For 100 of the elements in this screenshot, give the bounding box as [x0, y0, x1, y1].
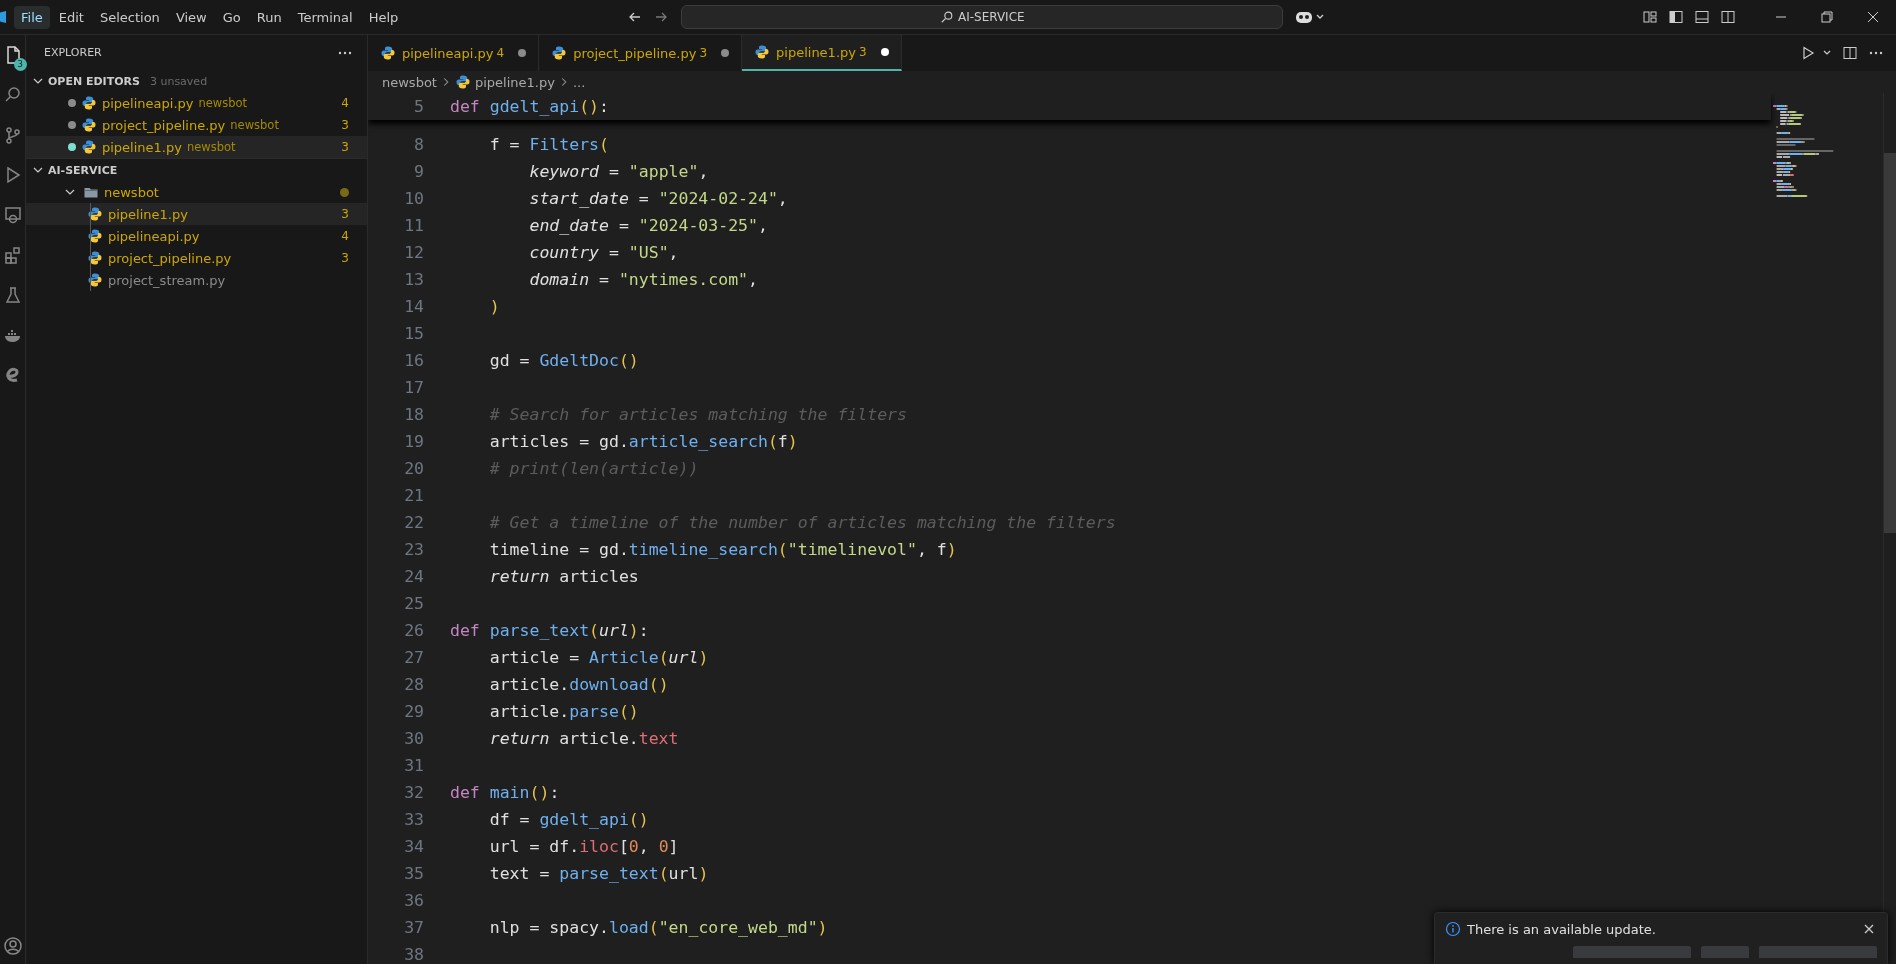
tree-folder-entry[interactable]: newsbot	[26, 181, 367, 203]
line-number: 29	[403, 702, 424, 721]
menu-item[interactable]: Edit	[51, 5, 91, 29]
customize-layout-icon[interactable]	[1642, 9, 1658, 25]
line-number: 37	[403, 918, 424, 937]
code-line: url = df.iloc[0, 0]	[488, 837, 679, 856]
line-number: 8	[413, 135, 424, 154]
breadcrumb-item[interactable]: newsbot	[382, 74, 437, 90]
panel-toggle-icon[interactable]	[1694, 9, 1710, 25]
section-header[interactable]: OPEN EDITORS 3 unsaved	[26, 70, 367, 92]
tree-python-entry[interactable]: project_pipeline.py 3	[26, 247, 367, 269]
code-line: article.parse()	[488, 702, 639, 721]
unsaved-dot	[68, 121, 76, 129]
python-file-icon	[81, 139, 97, 155]
secondary-sidebar-toggle-icon[interactable]	[1720, 9, 1736, 25]
unsaved-dot	[721, 49, 730, 57]
line-number: 35	[403, 864, 424, 883]
open-editor-item[interactable]: pipelineapi.py newsbot 4	[26, 92, 367, 114]
tree-python-entry[interactable]: pipelineapi.py 4	[26, 225, 367, 247]
line-number: 5	[413, 97, 424, 116]
sidebar-toggle-icon[interactable]	[1668, 9, 1684, 25]
python-file-icon	[87, 250, 103, 266]
split-editor-icon[interactable]	[1842, 45, 1858, 61]
python-file-icon	[87, 206, 103, 222]
unsaved-count-label: 3 unsaved	[149, 74, 208, 88]
info-icon	[1445, 921, 1461, 937]
editor-tab[interactable]: pipelineapi.py 4	[368, 35, 540, 71]
open-editor-item[interactable]: pipeline1.py newsbot 3	[26, 136, 367, 158]
menu-item[interactable]: Selection	[92, 5, 167, 29]
code-line: def main():	[450, 783, 560, 802]
breadcrumb-item[interactable]: pipeline1.py	[454, 74, 555, 90]
line-number: 34	[403, 837, 424, 856]
code-line: # Get a timeline of the number of articles matching the filters	[488, 513, 1116, 532]
section-header[interactable]: AI-SERVICE	[26, 158, 367, 181]
code-line: def gdelt_api():	[450, 97, 609, 116]
line-number: 22	[403, 513, 424, 532]
command-center-search[interactable]: AI-SERVICE	[681, 5, 1284, 29]
line-number: 27	[403, 648, 424, 667]
code-line: text = parse_text(url)	[488, 864, 709, 883]
line-number: 13	[403, 270, 424, 289]
python-file-icon	[81, 117, 97, 133]
code-line: def parse_text(url):	[450, 621, 649, 640]
tree-python-entry[interactable]: pipeline1.py 3	[26, 203, 367, 225]
editor-tab[interactable]: pipeline1.py 3	[742, 35, 902, 71]
breadcrumb-item[interactable]: ...	[572, 74, 586, 90]
menu-item[interactable]: Go	[215, 5, 248, 29]
account-icon[interactable]	[2, 936, 23, 956]
line-number: 24	[403, 567, 424, 586]
copilot-icon[interactable]	[1295, 9, 1326, 25]
sidebar-title: EXPLORER	[44, 46, 102, 59]
unsaved-dot	[68, 143, 76, 151]
line-number: 25	[403, 594, 424, 613]
python-file-icon	[380, 45, 396, 61]
code-line: timeline = gd.timeline_search("timelinevol", f)	[488, 540, 957, 559]
python-file-icon	[87, 272, 103, 288]
line-number: 26	[403, 621, 424, 640]
run-icon[interactable]	[1800, 45, 1816, 61]
line-number: 11	[403, 216, 424, 235]
code-line: keyword = "apple",	[528, 162, 709, 181]
code-line: article = Article(url)	[488, 648, 709, 667]
open-editor-item[interactable]: project_pipeline.py newsbot 3	[26, 114, 367, 136]
code-line: country = "US",	[528, 243, 679, 262]
count-badge: 3	[13, 58, 27, 71]
line-number: 9	[413, 162, 424, 181]
code-line: f = Filters(	[488, 135, 609, 154]
code-line: # Search for articles matching the filters	[488, 405, 907, 424]
code-line: nlp = spacy.load("en_core_web_md")	[488, 918, 828, 937]
scrollbar-thumb[interactable]	[1884, 153, 1896, 533]
python-file-icon	[754, 44, 771, 60]
unsaved-dot	[68, 99, 76, 107]
menu-item[interactable]: Help	[361, 5, 406, 29]
line-number: 38	[403, 945, 424, 964]
app-logo-icon	[0, 9, 6, 25]
activity-remote-icon[interactable]	[2, 205, 23, 225]
line-number: 19	[403, 432, 424, 451]
line-number: 28	[403, 675, 424, 694]
line-number: 14	[403, 297, 424, 316]
code-line: return article.text	[488, 729, 679, 748]
tree-python-entry[interactable]: project_stream.py	[26, 269, 367, 291]
line-number: 30	[403, 729, 424, 748]
line-number: 31	[403, 756, 424, 775]
line-number: 17	[403, 378, 424, 397]
line-number: 36	[403, 891, 424, 910]
search-icon	[939, 10, 954, 24]
line-number: 32	[403, 783, 424, 802]
menu-item[interactable]: View	[168, 5, 214, 29]
code-line: # print(len(article))	[488, 459, 699, 478]
line-number: 15	[403, 324, 424, 343]
activity-extensions-icon[interactable]	[2, 245, 23, 265]
line-number: 21	[403, 486, 424, 505]
code-line: end_date = "2024-03-25",	[528, 216, 768, 235]
line-number: 18	[403, 405, 424, 424]
line-number: 12	[403, 243, 424, 262]
menu-item[interactable]: Terminal	[290, 5, 360, 29]
python-file-icon	[87, 228, 103, 244]
code-line: gd = GdeltDoc()	[488, 351, 639, 370]
menu-item[interactable]: Run	[249, 5, 289, 29]
python-file-icon	[81, 95, 97, 111]
menu-item[interactable]: File	[14, 5, 50, 29]
line-number: 23	[403, 540, 424, 559]
